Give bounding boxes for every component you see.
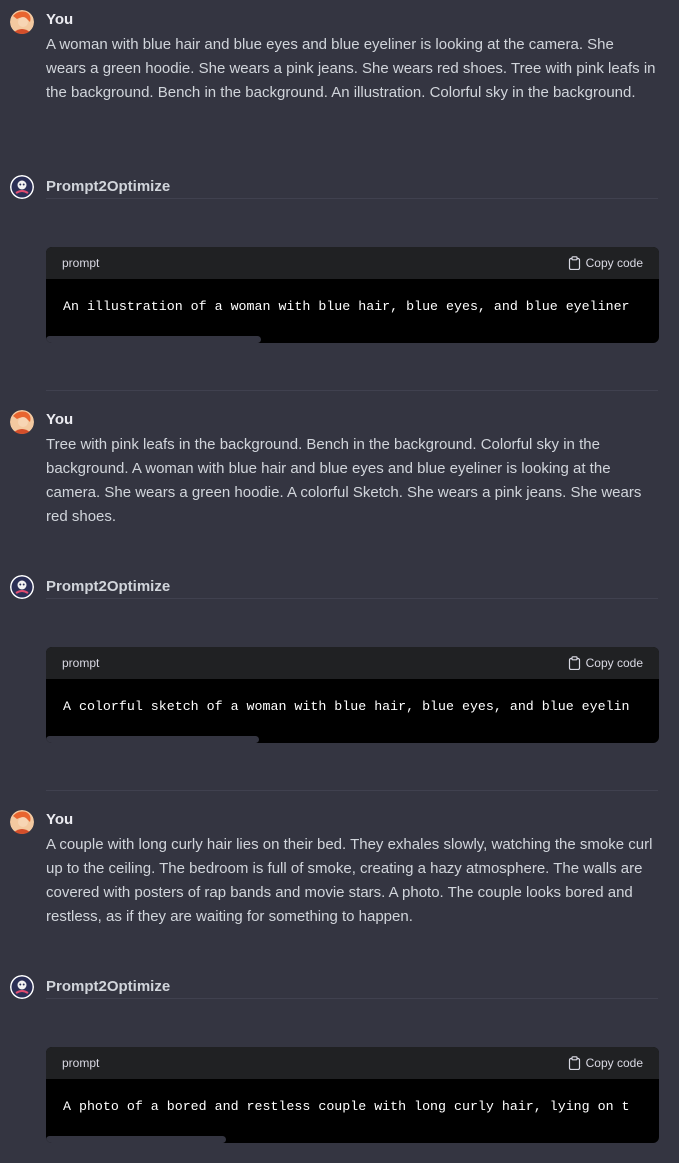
author-divider: [46, 598, 658, 599]
message-author: You: [46, 811, 74, 828]
code-text: A colorful sketch of a woman with blue h…: [63, 699, 630, 714]
user-avatar: [10, 410, 34, 434]
message-text: A couple with long curly hair lies on th…: [46, 836, 653, 925]
clipboard-icon: [568, 656, 580, 670]
copy-code-label: Copy code: [585, 1056, 643, 1070]
bot-avatar: [10, 975, 34, 999]
author-divider: [46, 198, 658, 199]
copy-code-label: Copy code: [585, 656, 643, 670]
chat-thread: You A woman with blue hair and blue eyes…: [0, 0, 679, 1163]
copy-code-label: Copy code: [585, 256, 643, 270]
code-block-header: prompt Copy code: [46, 1047, 659, 1079]
message-author: You: [46, 411, 74, 428]
copy-code-button[interactable]: Copy code: [568, 256, 643, 270]
code-language-label: prompt: [62, 656, 100, 670]
message-author: Prompt2Optimize: [46, 978, 171, 995]
message-separator: [46, 390, 658, 391]
code-language-label: prompt: [62, 256, 100, 270]
code-block: prompt Copy code A colorful sketch of a …: [46, 647, 659, 743]
code-body: A colorful sketch of a woman with blue h…: [46, 679, 659, 743]
horizontal-scrollbar[interactable]: [46, 1136, 226, 1143]
code-text: An illustration of a woman with blue hai…: [63, 299, 630, 314]
author-divider: [46, 998, 658, 999]
message-text: Tree with pink leafs in the background. …: [46, 436, 642, 525]
user-avatar: [10, 810, 34, 834]
copy-code-button[interactable]: Copy code: [568, 656, 643, 670]
code-block-header: prompt Copy code: [46, 647, 659, 679]
horizontal-scrollbar[interactable]: [46, 336, 261, 343]
message-author: You: [46, 11, 74, 28]
code-text: A photo of a bored and restless couple w…: [63, 1099, 630, 1114]
bot-avatar: [10, 575, 34, 599]
message-author: Prompt2Optimize: [46, 178, 171, 195]
code-block: prompt Copy code A photo of a bored and …: [46, 1047, 659, 1143]
bot-avatar: [10, 175, 34, 199]
clipboard-icon: [568, 1056, 580, 1070]
clipboard-icon: [568, 256, 580, 270]
code-language-label: prompt: [62, 1056, 100, 1070]
horizontal-scrollbar[interactable]: [46, 736, 259, 743]
message-text: A woman with blue hair and blue eyes and…: [46, 36, 656, 101]
copy-code-button[interactable]: Copy code: [568, 1056, 643, 1070]
user-avatar: [10, 10, 34, 34]
code-body: An illustration of a woman with blue hai…: [46, 279, 659, 343]
message-author: Prompt2Optimize: [46, 578, 171, 595]
code-block-header: prompt Copy code: [46, 247, 659, 279]
message-separator: [46, 790, 658, 791]
code-body: A photo of a bored and restless couple w…: [46, 1079, 659, 1143]
code-block: prompt Copy code An illustration of a wo…: [46, 247, 659, 343]
